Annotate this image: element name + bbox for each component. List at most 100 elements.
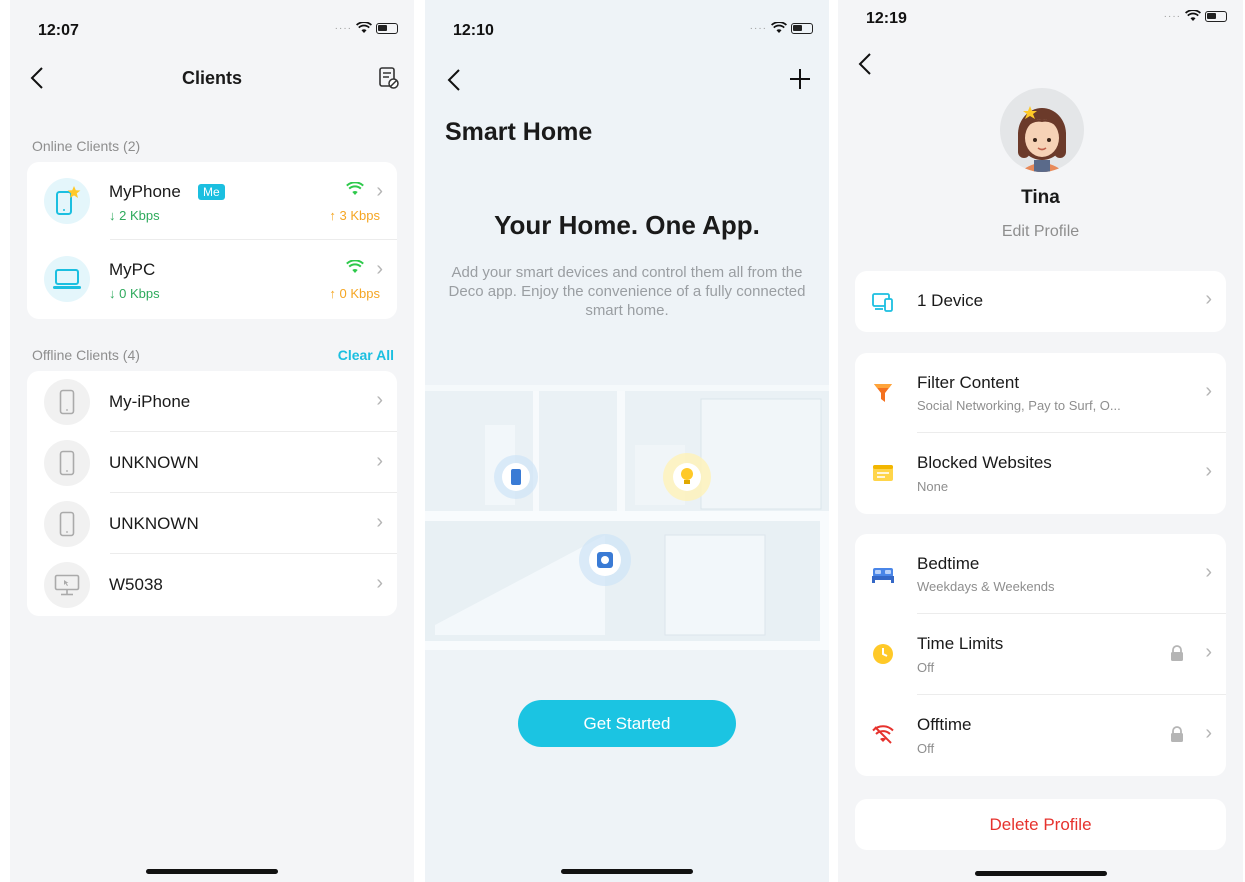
- client-row-mypc[interactable]: MyPC ↓ 0 Kbps › ↑ 0 Kbps: [27, 240, 397, 319]
- lock-icon: [1171, 726, 1183, 742]
- client-name: UNKNOWN: [109, 514, 199, 533]
- time-controls-card: Bedtime Weekdays & Weekends › Time Limit…: [855, 534, 1226, 776]
- chevron-right-icon: ›: [1205, 460, 1212, 482]
- client-name: W5038: [109, 575, 163, 594]
- download-rate: ↓ 2 Kbps: [109, 208, 160, 223]
- time-limits-subtitle: Off: [917, 660, 935, 675]
- plus-icon[interactable]: [789, 68, 811, 90]
- chevron-right-icon: ›: [376, 450, 383, 472]
- chevron-right-icon: ›: [376, 511, 383, 533]
- lock-icon: [1171, 645, 1183, 661]
- status-bar: 12:19 ····: [838, 0, 1243, 56]
- devices-row[interactable]: 1 Device ›: [855, 271, 1226, 332]
- time-limits-title: Time Limits: [917, 634, 1004, 653]
- time-limits-row[interactable]: Time Limits Off ›: [855, 614, 1226, 695]
- devices-label: 1 Device: [917, 291, 984, 310]
- house-illustration: [425, 385, 829, 650]
- chevron-right-icon: ›: [1205, 641, 1212, 663]
- phone-offline-icon: [44, 440, 90, 486]
- wifi-status-icon: [771, 22, 787, 33]
- headline: Your Home. One App.: [494, 210, 760, 240]
- blocked-websites-row[interactable]: Blocked Websites None ›: [855, 433, 1226, 514]
- signal-icon: ····: [1163, 10, 1181, 22]
- offtime-row[interactable]: Offtime Off ›: [855, 695, 1226, 776]
- chevron-right-icon: ›: [1205, 561, 1212, 583]
- clear-all-button[interactable]: Clear All: [338, 347, 394, 363]
- download-rate: ↓ 0 Kbps: [109, 286, 160, 301]
- chevron-right-icon: ›: [1205, 722, 1212, 744]
- wifi-status-icon: [356, 22, 372, 33]
- me-badge: Me: [198, 184, 225, 200]
- smart-home-screen: 12:10 ···· Smart Home Your Home. One App…: [425, 0, 829, 882]
- edit-profile-link[interactable]: Edit Profile: [838, 223, 1243, 241]
- devices-card: 1 Device ›: [855, 271, 1226, 332]
- client-row[interactable]: W5038 ›: [27, 554, 397, 616]
- client-name: UNKNOWN: [109, 453, 199, 472]
- status-indicators: ····: [750, 22, 813, 34]
- profile-screen: 12:19 ···· Tina Edit Profile 1 Device › …: [838, 0, 1243, 882]
- phone-offline-icon: [44, 379, 90, 425]
- page-title: Clients: [181, 68, 242, 88]
- blocklist-icon[interactable]: [378, 66, 400, 90]
- home-indicator: [561, 869, 693, 874]
- content-filter-card: Filter Content Social Networking, Pay to…: [855, 353, 1226, 514]
- clients-screen: 12:07 ···· Clients Online Clients (2) My…: [10, 0, 414, 882]
- battery-icon: [376, 22, 398, 34]
- chevron-right-icon: ›: [376, 180, 383, 202]
- chevron-right-icon: ›: [376, 389, 383, 411]
- client-name: MyPC: [109, 260, 156, 279]
- bedtime-title: Bedtime: [917, 554, 980, 573]
- chevron-right-icon: ›: [1205, 288, 1212, 310]
- home-indicator: [146, 869, 278, 874]
- offline-clients-list: My-iPhone › UNKNOWN › UNKNOWN › W5038 ›: [27, 371, 397, 616]
- offtime-title: Offtime: [917, 715, 972, 734]
- back-chevron-icon[interactable]: [447, 68, 461, 92]
- client-row-myphone[interactable]: MyPhone Me ↓ 2 Kbps › ↑ 3 Kbps: [27, 162, 397, 240]
- phone-offline-icon: [44, 501, 90, 547]
- profile-name: Tina: [1021, 187, 1060, 208]
- signal-icon: ····: [334, 22, 352, 34]
- bedtime-subtitle: Weekdays & Weekends: [917, 579, 1055, 594]
- bedtime-row[interactable]: Bedtime Weekdays & Weekends ›: [855, 534, 1226, 614]
- get-started-button[interactable]: Get Started: [518, 700, 736, 747]
- description: Add your smart devices and control them …: [448, 264, 806, 319]
- phone-icon: [44, 178, 90, 224]
- back-chevron-icon[interactable]: [858, 52, 872, 76]
- wifi-off-icon: [871, 723, 895, 747]
- page-title: Smart Home: [445, 118, 593, 146]
- offtime-subtitle: Off: [917, 741, 935, 756]
- status-time: 12:19: [866, 10, 907, 27]
- status-time: 12:07: [38, 22, 79, 39]
- bed-icon: [871, 562, 895, 586]
- signal-icon: ····: [749, 22, 767, 34]
- filter-content-row[interactable]: Filter Content Social Networking, Pay to…: [855, 353, 1226, 433]
- home-indicator: [974, 871, 1107, 876]
- battery-icon: [1205, 10, 1227, 22]
- status-indicators: ····: [1164, 10, 1227, 22]
- clock-icon: [871, 642, 895, 666]
- client-name: My-iPhone: [109, 392, 191, 411]
- upload-rate: ↑ 3 Kbps: [329, 208, 380, 223]
- filter-content-title: Filter Content: [917, 373, 1020, 392]
- upload-rate: ↑ 0 Kbps: [329, 286, 380, 301]
- chevron-right-icon: ›: [376, 258, 383, 280]
- chevron-right-icon: ›: [376, 572, 383, 594]
- delete-profile-button[interactable]: Delete Profile: [855, 799, 1226, 850]
- client-row[interactable]: My-iPhone ›: [27, 371, 397, 432]
- avatar[interactable]: [1000, 88, 1084, 172]
- wifi-icon: [346, 260, 364, 273]
- client-row[interactable]: UNKNOWN ›: [27, 493, 397, 554]
- status-bar: 12:07 ····: [10, 0, 414, 56]
- blocked-websites-subtitle: None: [917, 479, 949, 494]
- battery-icon: [791, 22, 813, 34]
- wifi-status-icon: [1185, 10, 1201, 21]
- blocked-websites-title: Blocked Websites: [917, 453, 1052, 472]
- pc-icon: [44, 256, 90, 302]
- offline-clients-header: Offline Clients (4): [32, 347, 140, 363]
- client-name: MyPhone: [109, 182, 181, 201]
- filter-icon: [871, 381, 895, 405]
- status-indicators: ····: [335, 22, 398, 34]
- client-row[interactable]: UNKNOWN ›: [27, 432, 397, 493]
- filter-content-subtitle: Social Networking, Pay to Surf, O...: [917, 398, 1121, 413]
- desktop-offline-icon: [44, 562, 90, 608]
